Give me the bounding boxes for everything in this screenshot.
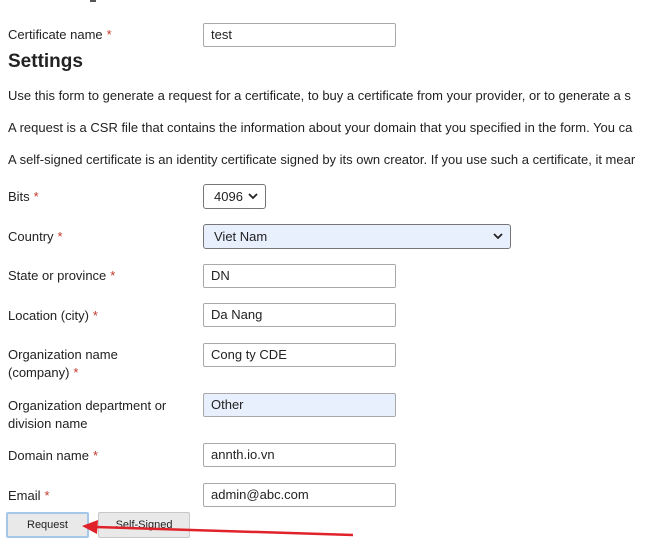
certificate-name-label: Certificate name *	[8, 26, 112, 44]
self-signed-button[interactable]: Self-Signed	[98, 512, 190, 538]
location-label: Location (city) *	[8, 307, 98, 325]
chevron-down-icon	[248, 193, 258, 200]
request-button[interactable]: Request	[6, 512, 89, 538]
csr-paragraph: A request is a CSR file that contains th…	[8, 120, 633, 135]
required-mark: *	[92, 448, 98, 463]
scroll-fragment	[90, 0, 96, 2]
state-input[interactable]: DN	[203, 264, 396, 288]
required-mark: *	[44, 488, 50, 503]
location-value: Da Nang	[211, 307, 263, 322]
department-value: Other	[211, 397, 244, 412]
country-label-text: Country	[8, 229, 54, 244]
organization-value: Cong ty CDE	[211, 347, 287, 362]
bits-label: Bits *	[8, 188, 39, 206]
domain-input[interactable]: annth.io.vn	[203, 443, 396, 467]
required-mark: *	[92, 308, 98, 323]
location-input[interactable]: Da Nang	[203, 303, 396, 327]
department-label-line1: Organization department or	[8, 398, 167, 413]
organization-input[interactable]: Cong ty CDE	[203, 343, 396, 367]
country-label: Country *	[8, 228, 63, 246]
required-mark: *	[57, 229, 63, 244]
domain-label-text: Domain name	[8, 448, 89, 463]
state-value: DN	[211, 268, 230, 283]
domain-label: Domain name *	[8, 447, 98, 465]
required-mark: *	[110, 268, 116, 283]
required-mark: *	[33, 189, 39, 204]
organization-label: Organization name (company) *	[8, 346, 118, 382]
department-label-line2: division name	[8, 416, 88, 431]
bits-selected-value: 4096	[214, 189, 243, 204]
chevron-down-icon	[493, 233, 503, 240]
location-label-text: Location (city)	[8, 308, 89, 323]
country-select[interactable]: Viet Nam	[203, 224, 511, 249]
country-selected-value: Viet Nam	[214, 229, 268, 244]
self-signed-paragraph: A self-signed certificate is an identity…	[8, 152, 636, 167]
email-value: admin@abc.com	[211, 487, 309, 502]
certificate-name-value: test	[211, 27, 232, 42]
state-label: State or province *	[8, 267, 115, 285]
organization-label-line2: (company)	[8, 365, 70, 380]
department-input[interactable]: Other	[203, 393, 396, 417]
organization-label-line1: Organization name	[8, 347, 118, 362]
required-mark: *	[106, 27, 112, 42]
department-label: Organization department or division name	[8, 397, 166, 433]
bits-label-text: Bits	[8, 189, 30, 204]
domain-value: annth.io.vn	[211, 447, 275, 462]
certificate-form-page: Certificate name * test Settings Use this…	[0, 0, 646, 559]
email-input[interactable]: admin@abc.com	[203, 483, 396, 507]
intro-paragraph: Use this form to generate a request for …	[8, 88, 631, 103]
certificate-name-label-text: Certificate name	[8, 27, 103, 42]
settings-heading: Settings	[8, 51, 83, 72]
bits-select[interactable]: 4096	[203, 184, 266, 209]
state-label-text: State or province	[8, 268, 107, 283]
email-label-text: Email	[8, 488, 41, 503]
certificate-name-input[interactable]: test	[203, 23, 396, 47]
email-label: Email *	[8, 487, 50, 505]
required-mark: *	[73, 365, 79, 380]
